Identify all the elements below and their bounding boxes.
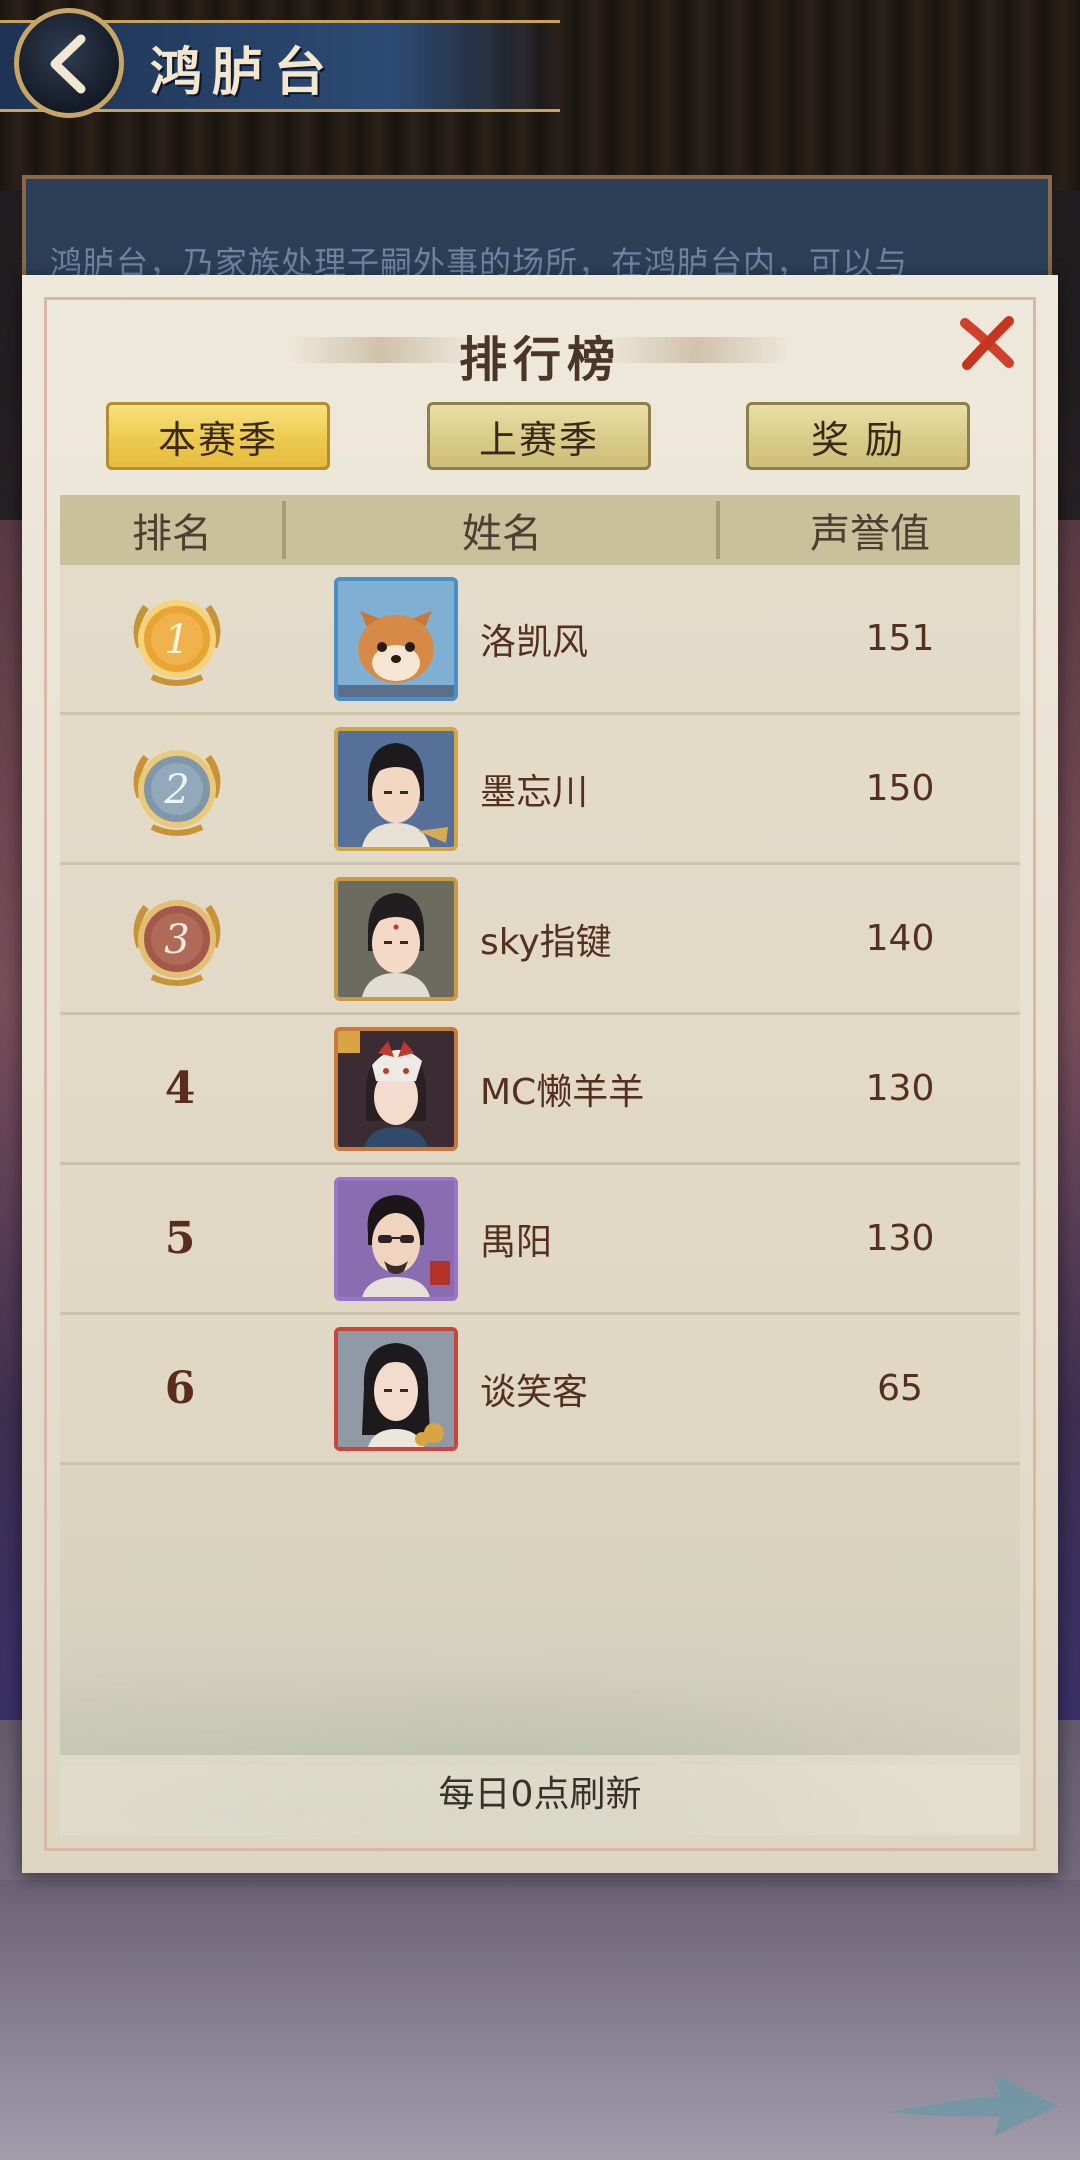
player-score: 130 xyxy=(865,1218,935,1259)
player-avatar[interactable] xyxy=(334,577,458,701)
modal-title: 排行榜 xyxy=(458,332,621,388)
table-header: 排名 姓名 声誉值 xyxy=(60,495,1020,565)
page-title: 鸿胪台 xyxy=(150,42,337,103)
medal-rank-label: 3 xyxy=(164,917,189,963)
table-row[interactable]: 6 谈笑客 65 xyxy=(60,1315,1020,1465)
rank-number: 4 xyxy=(164,1063,196,1114)
sunglasses-man-avatar-icon xyxy=(338,1181,454,1297)
refresh-note: 每日0点刷新 xyxy=(438,1774,642,1815)
medal-rank-label: 2 xyxy=(163,767,189,813)
close-icon xyxy=(960,316,1014,370)
tab-rewards[interactable]: 奖 励 xyxy=(746,402,970,470)
male-scholar-avatar-icon xyxy=(338,731,454,847)
table-row[interactable]: 3 sky指键 140 xyxy=(60,865,1020,1015)
table-row[interactable]: 5 禺阳 130 xyxy=(60,1165,1020,1315)
player-avatar[interactable] xyxy=(334,877,458,1001)
close-button[interactable] xyxy=(957,313,1017,373)
leaderboard-modal: 排行榜 本赛季 上赛季 奖 励 排名 姓名 声誉值 1 洛凯风 151 2 墨忘… xyxy=(22,275,1058,1873)
player-name: sky指键 xyxy=(480,921,612,963)
table-row[interactable]: 2 墨忘川 150 xyxy=(60,715,1020,865)
next-arrow-icon[interactable] xyxy=(890,2060,1060,2140)
player-avatar[interactable] xyxy=(334,1177,458,1301)
player-score: 140 xyxy=(865,918,935,959)
shiba-dog-avatar-icon xyxy=(338,581,454,697)
player-name: MC懒羊羊 xyxy=(480,1071,645,1113)
medal-rank-label: 1 xyxy=(164,617,189,663)
column-header-name: 姓名 xyxy=(462,511,542,557)
player-name: 墨忘川 xyxy=(480,771,589,813)
gold-medal-icon: 1 xyxy=(133,600,221,686)
player-score: 151 xyxy=(865,618,935,659)
silver-medal-icon: 2 xyxy=(133,750,221,836)
rank-number: 5 xyxy=(164,1213,196,1264)
bronze-medal-icon: 3 xyxy=(133,900,221,986)
table-row[interactable]: 4 MC懒羊羊 130 xyxy=(60,1015,1020,1165)
male-scholar-avatar-icon xyxy=(338,881,454,997)
masked-lady-avatar-icon xyxy=(338,1031,454,1147)
player-score: 65 xyxy=(877,1368,923,1409)
back-button[interactable] xyxy=(14,8,124,118)
column-header-rank: 排名 xyxy=(132,511,212,557)
player-avatar[interactable] xyxy=(334,1327,458,1451)
player-avatar[interactable] xyxy=(334,1027,458,1151)
player-name: 禺阳 xyxy=(480,1221,553,1263)
leaderboard-rows: 1 洛凯风 151 2 墨忘川 150 3 sky指键 140 4 MC懒羊羊 … xyxy=(60,565,1020,1465)
column-header-score: 声誉值 xyxy=(810,511,930,557)
table-row[interactable]: 1 洛凯风 151 xyxy=(60,565,1020,715)
player-name: 谈笑客 xyxy=(480,1371,589,1413)
player-score: 130 xyxy=(865,1068,935,1109)
player-score: 150 xyxy=(865,768,935,809)
player-avatar[interactable] xyxy=(334,727,458,851)
long-hair-man-avatar-icon xyxy=(338,1331,454,1447)
tab-current-season[interactable]: 本赛季 xyxy=(106,402,330,470)
chevron-left-icon xyxy=(50,34,86,94)
rank-number: 6 xyxy=(164,1363,196,1414)
tab-last-season[interactable]: 上赛季 xyxy=(427,402,651,470)
player-name: 洛凯风 xyxy=(480,621,589,663)
